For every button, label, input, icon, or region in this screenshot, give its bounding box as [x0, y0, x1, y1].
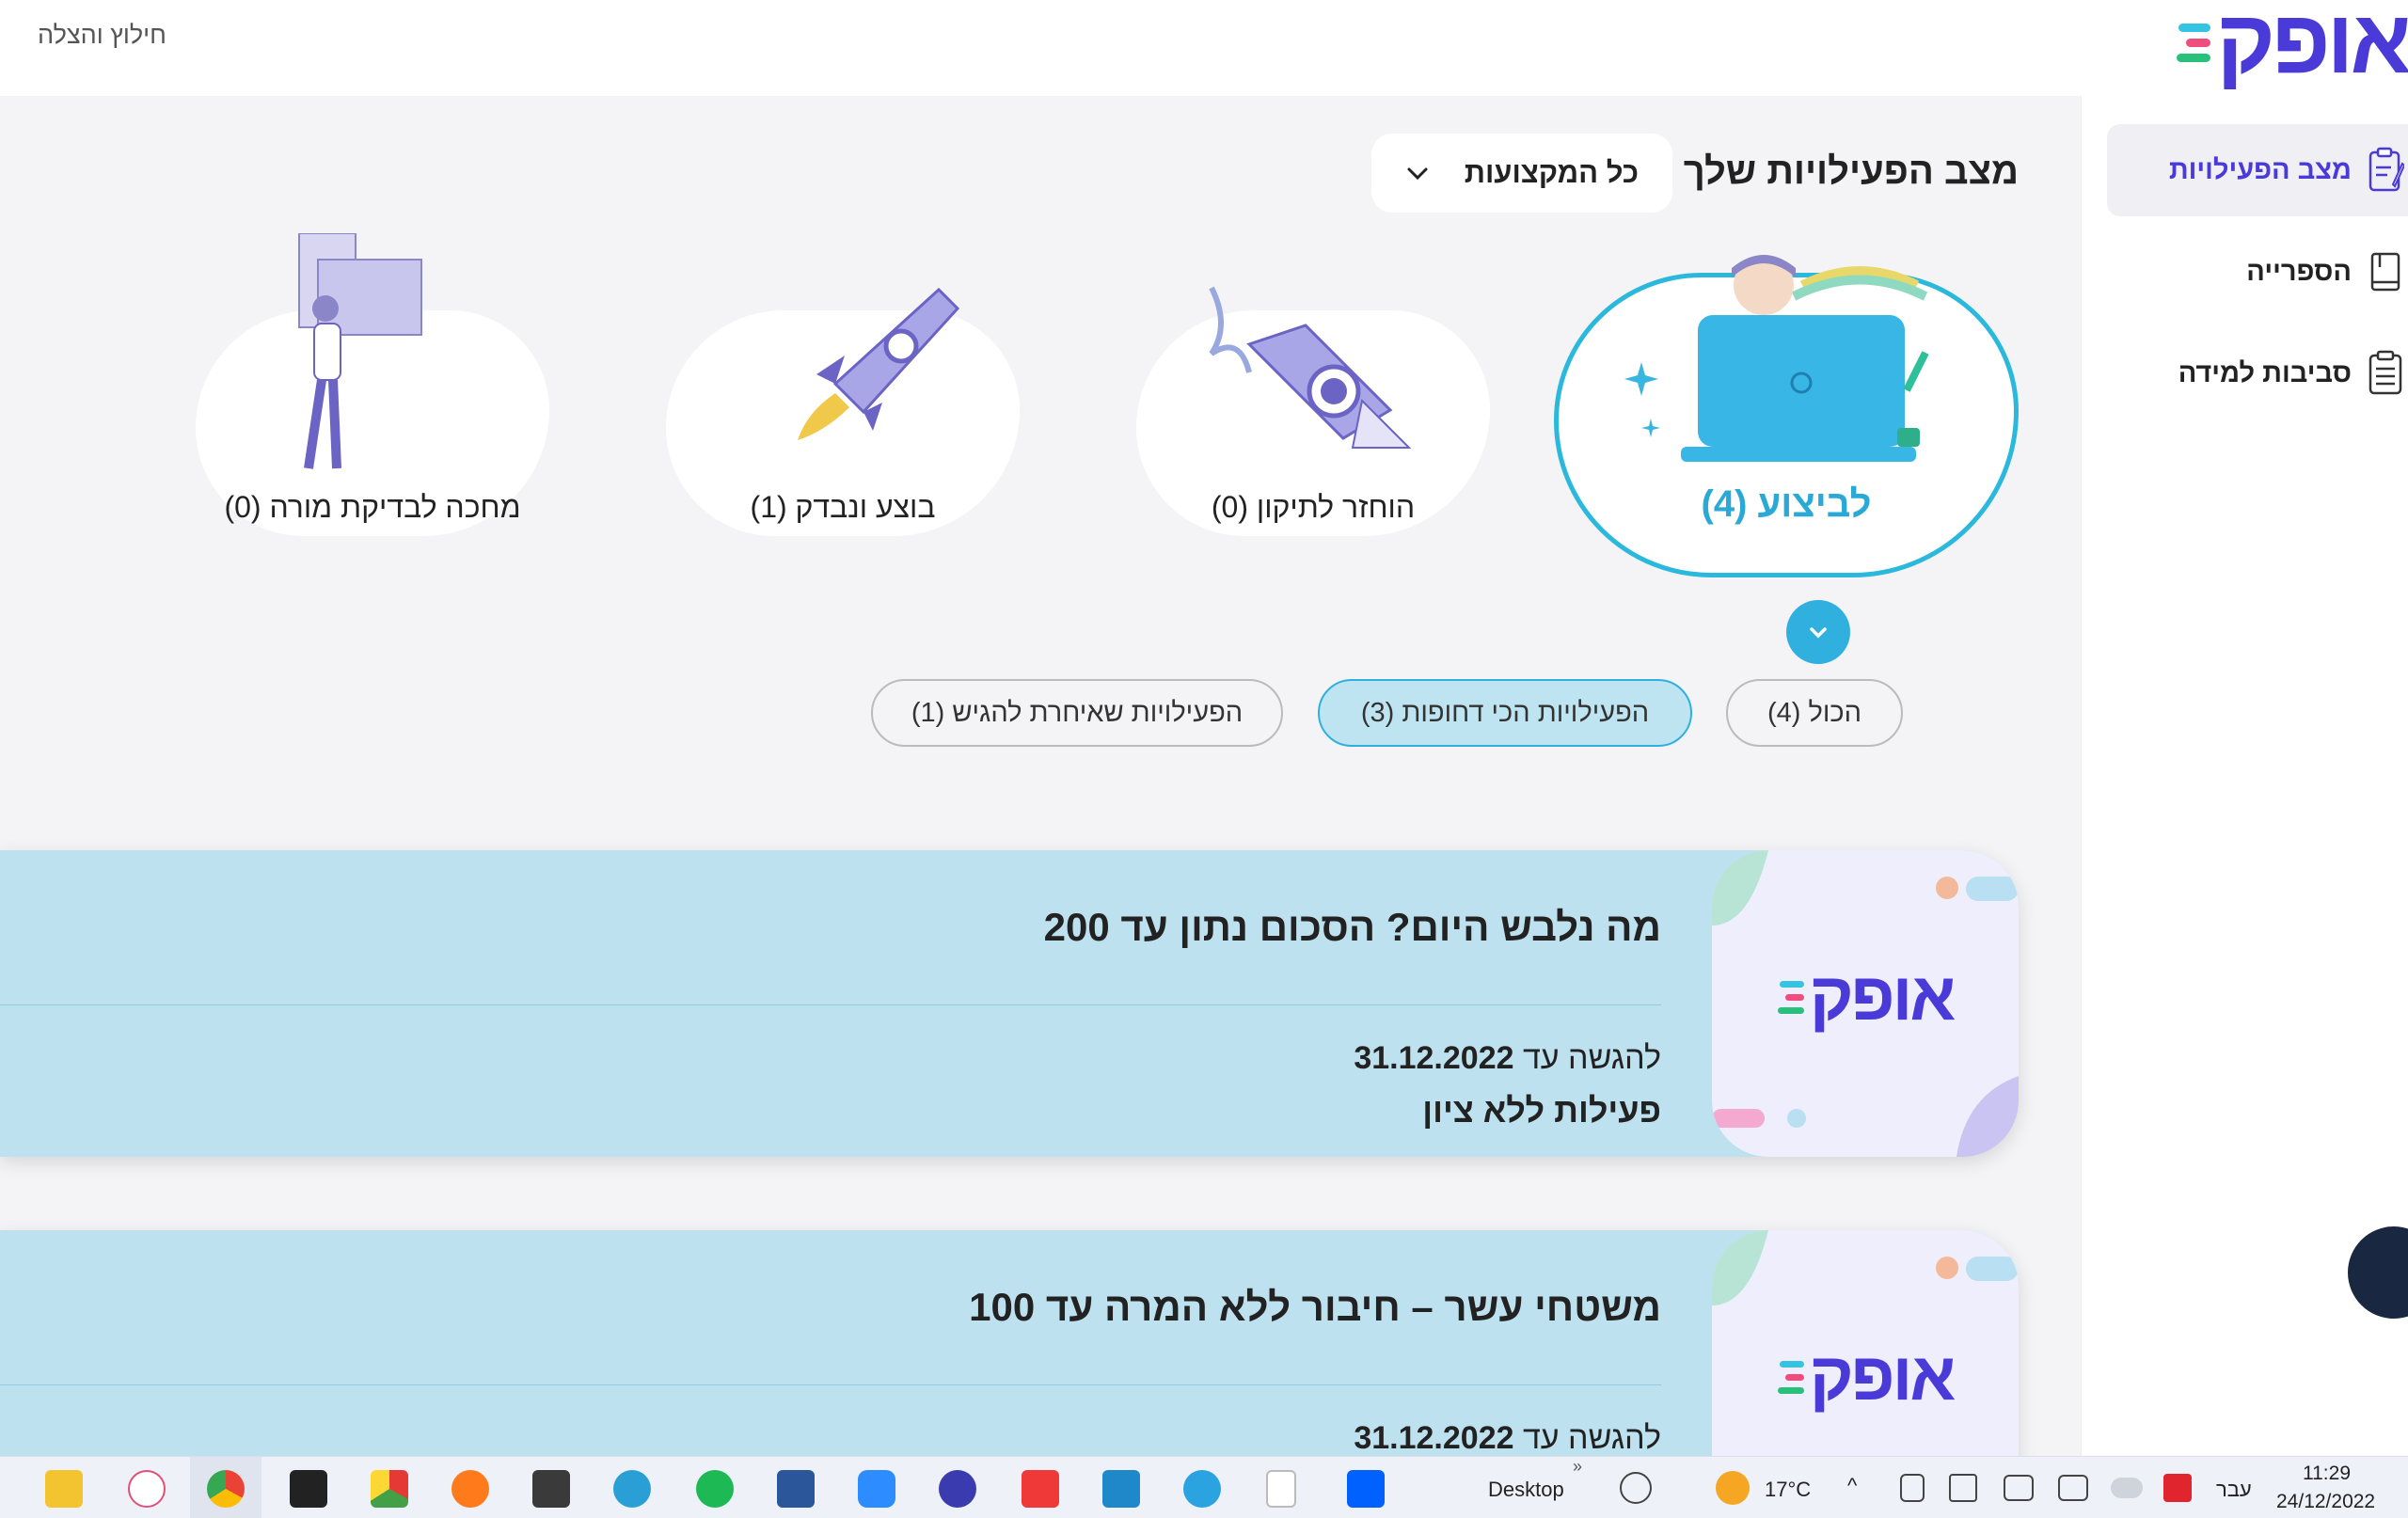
sidebar-item-label: הספרייה	[2246, 256, 2352, 287]
snipping-tool-icon[interactable]	[128, 1470, 166, 1508]
rescue-link[interactable]: חילוץ והצלה	[38, 21, 166, 50]
desktop-toolbar-label[interactable]: Desktop	[1488, 1478, 1564, 1502]
weather-temp[interactable]: 17°C	[1765, 1478, 1811, 1502]
clipboard-pencil-icon	[2368, 147, 2404, 192]
logo-lines-icon	[1777, 1360, 1804, 1394]
volume-icon[interactable]	[1949, 1474, 1977, 1502]
clock-time[interactable]: 11:29	[2303, 1463, 2351, 1485]
due-prefix: להגשה עד	[1522, 1420, 1661, 1456]
chrome-icon[interactable]	[207, 1470, 245, 1508]
activity-divider	[0, 1384, 1661, 1385]
page-title: מצב הפעילויות שלך	[1683, 150, 2019, 192]
chevron-down-icon	[1810, 627, 1827, 639]
network-icon[interactable]	[2004, 1475, 2034, 1501]
chevron-up-icon[interactable]: ^	[1847, 1474, 1857, 1498]
top-header: חילוץ והצלה אופק	[0, 0, 2408, 96]
activity-title: מה נלבש היום? הסכום נתון עד 200	[1043, 905, 1661, 949]
subject-select[interactable]: כל המקצועות	[1371, 134, 1672, 213]
status-card-label: מחכה לבדיקת מורה (0)	[224, 490, 521, 524]
sidebar-item-library[interactable]: הספרייה	[2107, 226, 2408, 318]
rocket-illustration	[798, 287, 960, 440]
main-content: מצב הפעילויות שלך כל המקצועות לביצוע (4)	[0, 96, 2081, 1456]
sidebar-item-label: סביבות למידה	[2178, 357, 2352, 388]
crashed-rocket-illustration	[1209, 286, 1412, 449]
chevron-down-icon	[1407, 167, 1428, 181]
blank-document-icon[interactable]	[1266, 1470, 1296, 1508]
filter-all[interactable]: הכול (4)	[1726, 679, 1903, 747]
toolbar-overflow-icon[interactable]: »	[1573, 1457, 1582, 1477]
ofek-logo[interactable]: אופק	[2177, 0, 2408, 92]
book-icon	[2370, 252, 2400, 292]
filter-most-urgent[interactable]: הפעילויות הכי דחופות (3)	[1318, 679, 1692, 747]
sparkle-icon	[1624, 362, 1660, 437]
logo-text: אופק	[2216, 0, 2408, 92]
activity-grade: פעילות ללא ציון	[1422, 1091, 1661, 1130]
spotify-icon[interactable]	[696, 1470, 734, 1508]
taskbar: Desktop » 17°C ^ עבר 11:29 24/12/2022	[0, 1456, 2408, 1518]
status-card-label: הוחזר לתיקון (0)	[1211, 490, 1416, 524]
sidebar-item-label: מצב הפעילויות	[2168, 154, 2352, 185]
activity-divider	[0, 1004, 1661, 1005]
activity-due: להגשה עד 31.12.2022	[1354, 1420, 1661, 1456]
sidebar-item-activities-status[interactable]: מצב הפעילויות	[2107, 124, 2408, 216]
language-indicator[interactable]: עבר	[2216, 1478, 2252, 1502]
status-card-todo[interactable]: לביצוע (4)	[1554, 255, 2019, 577]
thumbnail-logo: אופק	[1712, 963, 2019, 1031]
due-date: 31.12.2022	[1354, 1420, 1514, 1456]
panda-icon[interactable]	[532, 1470, 570, 1508]
activity-card[interactable]: אופק משטחי עשר – חיבור ללא המרה עד 100 ל…	[0, 1230, 2019, 1456]
status-card-label: לביצוע (4)	[1701, 483, 1872, 525]
telegram-icon[interactable]	[1183, 1470, 1221, 1508]
logo-lines-icon	[1777, 980, 1804, 1014]
clipboard-list-icon	[2368, 350, 2402, 395]
activity-thumbnail: אופק	[1712, 850, 2019, 1157]
activity-title: משטחי עשר – חיבור ללא המרה עד 100	[969, 1285, 1661, 1329]
thumbnail-logo: אופק	[1712, 1343, 2019, 1411]
activity-card[interactable]: אופק מה נלבש היום? הסכום נתון עד 200 להג…	[0, 850, 2019, 1157]
dropbox-tray-icon[interactable]	[2163, 1474, 2192, 1502]
file-explorer-icon[interactable]	[45, 1470, 83, 1508]
student-laptop-illustration	[1681, 255, 1929, 462]
filter-late[interactable]: הפעילויות שאיחרת להגיש (1)	[871, 679, 1283, 747]
deezer-icon[interactable]	[290, 1470, 327, 1508]
audio-app-icon[interactable]	[939, 1470, 976, 1508]
clock-date[interactable]: 24/12/2022	[2276, 1491, 2375, 1513]
status-card-waiting-teacher[interactable]: מחכה לבדיקת מורה (0)	[196, 233, 549, 536]
logo-text: אופק	[1809, 959, 1956, 1035]
dropbox-icon[interactable]	[1347, 1470, 1385, 1508]
status-card-label: בוצע ונבדק (1)	[750, 490, 936, 524]
teacher-board-illustration	[298, 233, 422, 469]
activity-due: להגשה עד 31.12.2022	[1354, 1040, 1661, 1077]
firefox-icon[interactable]	[452, 1470, 489, 1508]
edge-icon[interactable]	[613, 1470, 651, 1508]
zoom-icon[interactable]	[858, 1470, 895, 1508]
activity-thumbnail: אופק	[1712, 1230, 2019, 1456]
due-date: 31.12.2022	[1354, 1040, 1514, 1076]
people-icon[interactable]	[1620, 1472, 1652, 1504]
calculator-icon[interactable]	[1102, 1470, 1140, 1508]
logo-lines-icon	[2177, 23, 2211, 62]
sidebar-item-learning-environments[interactable]: סביבות למידה	[2107, 327, 2408, 419]
app-colorful-icon[interactable]	[371, 1470, 408, 1508]
subject-select-value: כל המקצועות	[1464, 156, 1639, 189]
status-card-done-checked[interactable]: בוצע ונבדק (1)	[666, 287, 1020, 536]
onedrive-icon[interactable]	[2111, 1478, 2143, 1498]
word-icon[interactable]	[777, 1470, 815, 1508]
expand-button[interactable]	[1786, 600, 1850, 664]
weather-icon[interactable]	[1716, 1471, 1750, 1505]
status-card-returned[interactable]: הוחזר לתיקון (0)	[1136, 286, 1490, 536]
logo-text: אופק	[1809, 1339, 1956, 1415]
due-prefix: להגשה עד	[1522, 1040, 1661, 1076]
display-icon[interactable]	[2058, 1475, 2088, 1501]
vivaldi-icon[interactable]	[1022, 1470, 1059, 1508]
meet-now-icon[interactable]	[1900, 1474, 1925, 1502]
